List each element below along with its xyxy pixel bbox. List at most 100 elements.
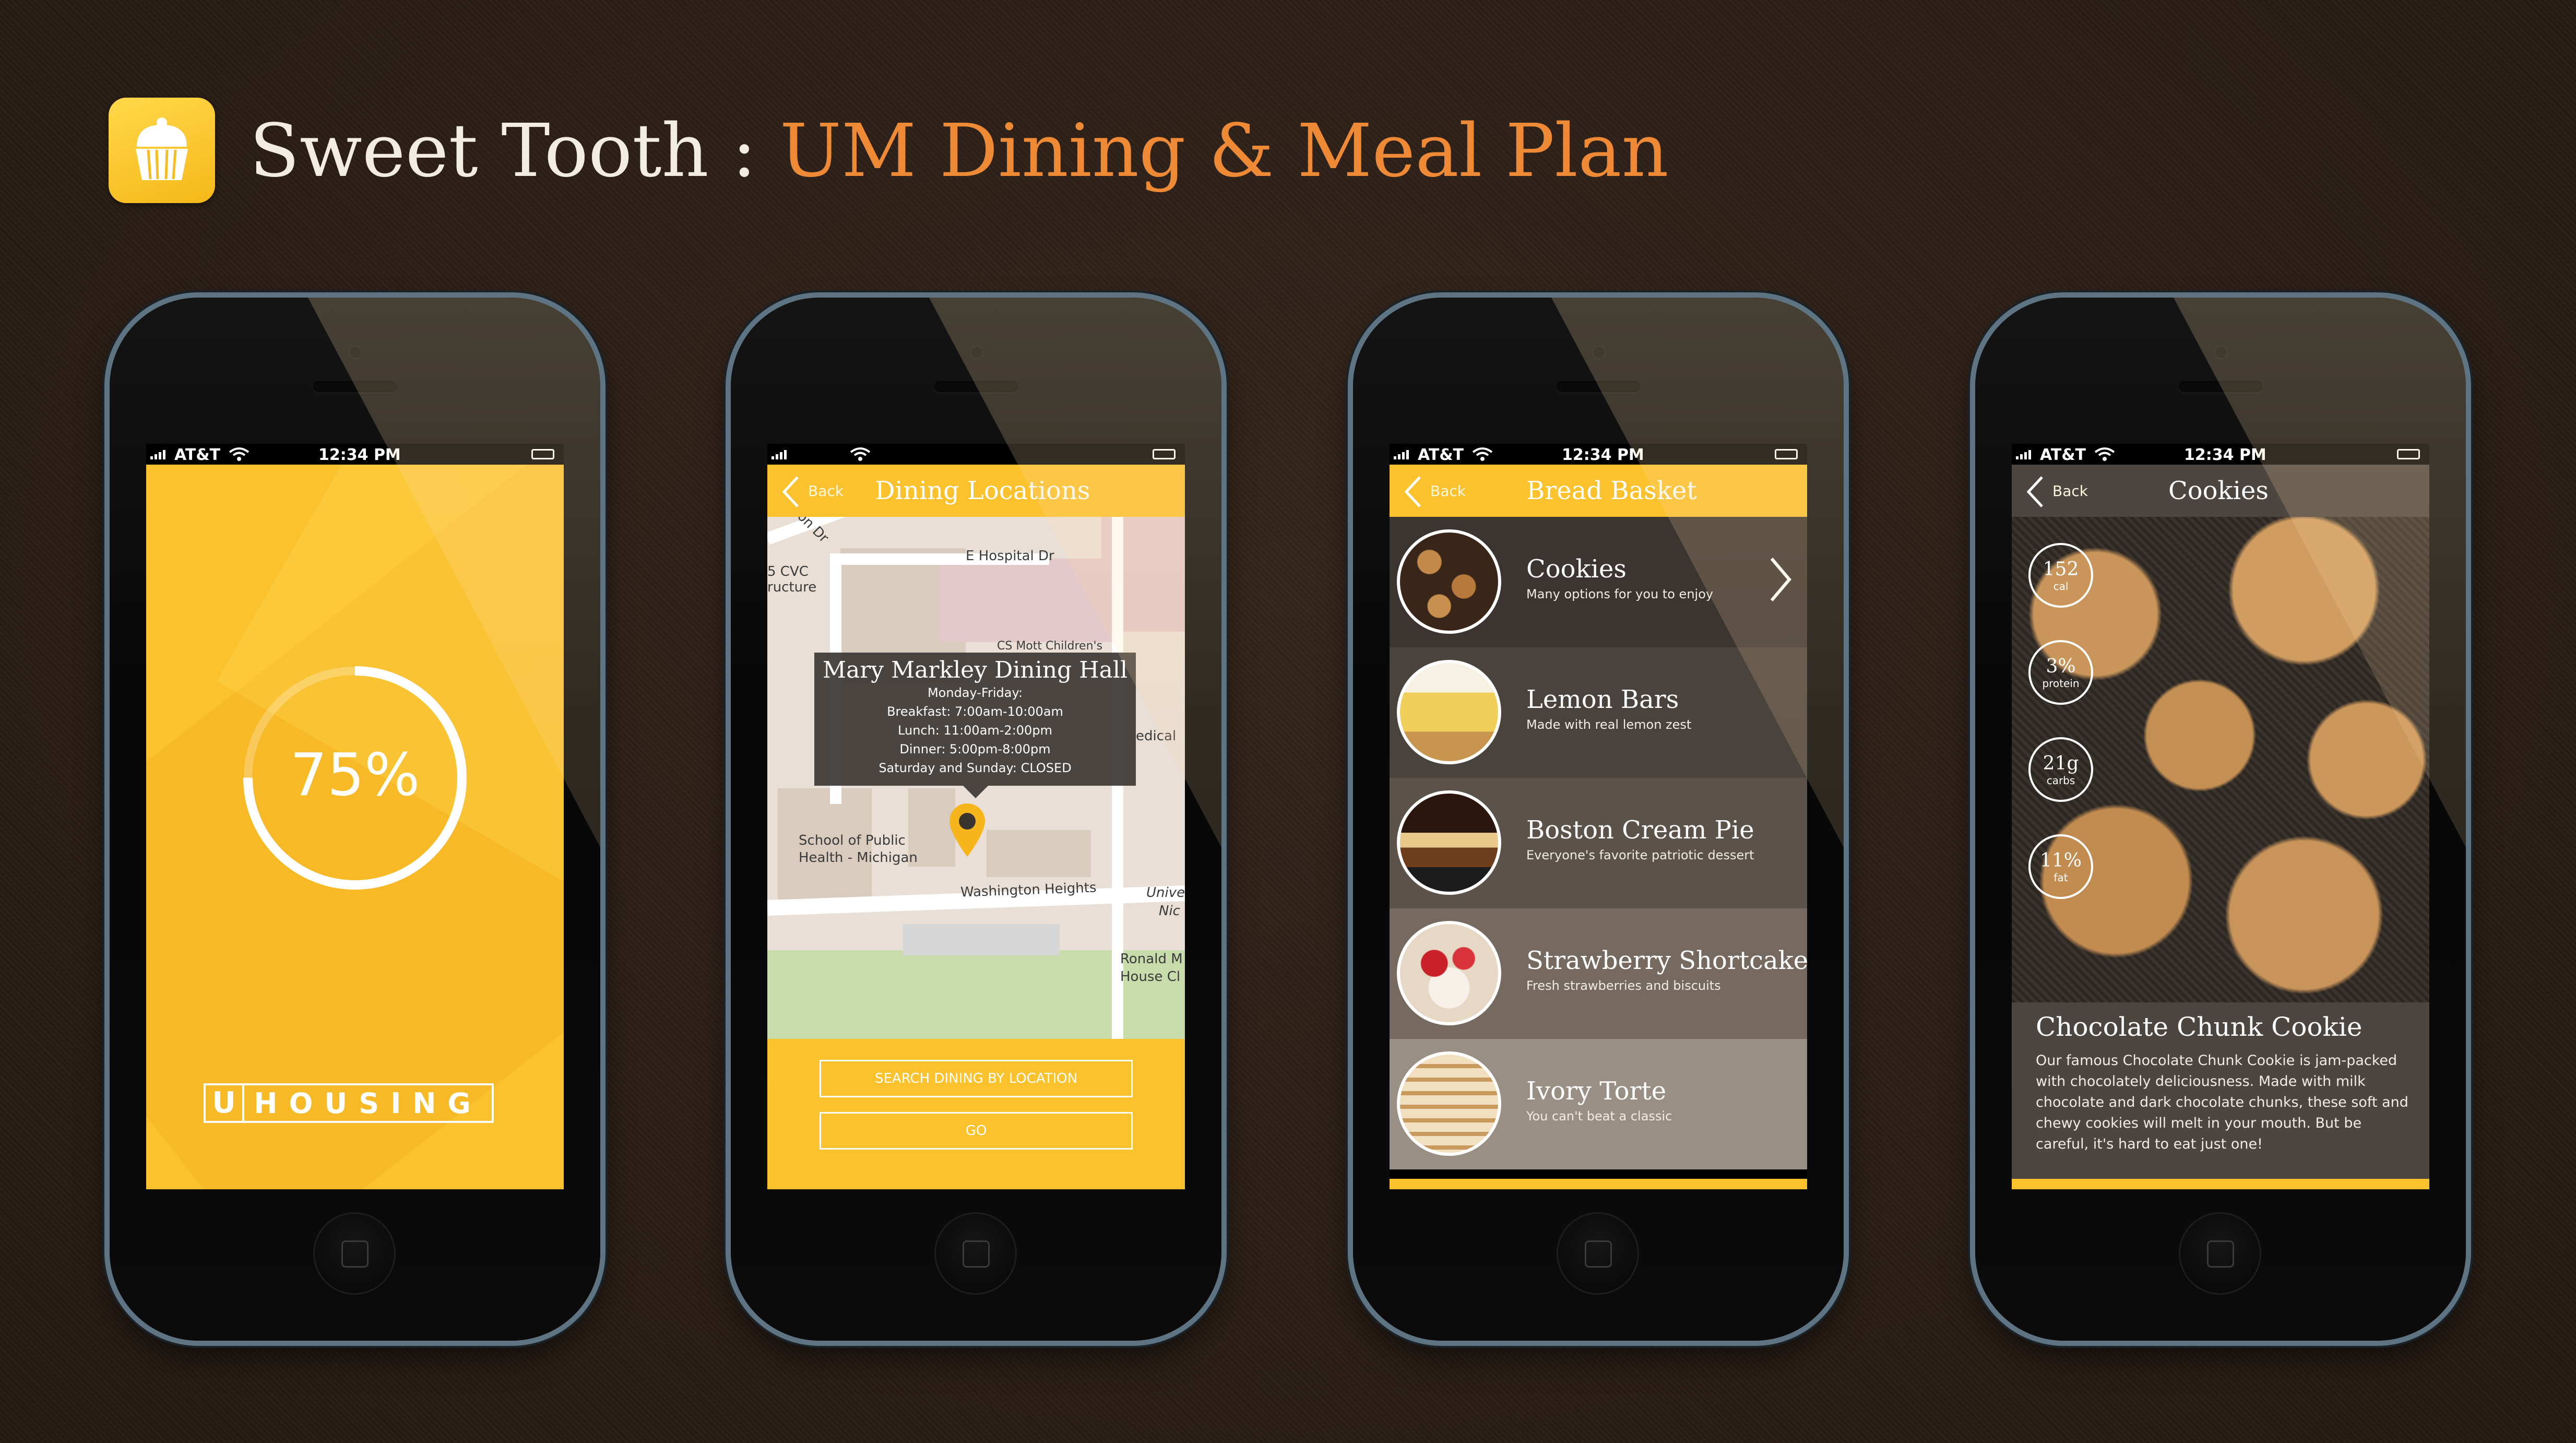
item-description: Our famous Chocolate Chunk Cookie is jam…: [2036, 1052, 2408, 1152]
signal-icon: [1394, 450, 1409, 459]
carrier-label: AT&T: [174, 446, 220, 464]
item-description: Everyone's favorite patriotic dessert: [1526, 848, 1754, 862]
home-button[interactable]: [934, 1212, 1017, 1295]
carrier-label: AT&T: [2040, 446, 2086, 464]
carrier-label: AT&T: [1418, 446, 1464, 464]
search-panel: SEARCH DINING BY LOCATION GO: [767, 1039, 1185, 1189]
nav-bar: Back Dining Locations: [767, 465, 1185, 517]
carbs-badge: 21g carbs: [2028, 737, 2093, 802]
item-title: Chocolate Chunk Cookie: [2036, 1012, 2363, 1042]
stat-value: 3%: [2046, 656, 2076, 677]
item-description-panel: Chocolate Chunk Cookie Our famous Chocol…: [2012, 1002, 2429, 1179]
map-label: E Hospital Dr: [966, 548, 1054, 564]
home-button[interactable]: [1557, 1212, 1639, 1295]
ivory-torte-thumbnail: [1397, 1051, 1501, 1156]
back-button[interactable]: Back: [808, 482, 844, 500]
boston-cream-pie-thumbnail: [1397, 790, 1501, 895]
popup-line: Dinner: 5:00pm-8:00pm: [899, 742, 1051, 756]
item-description: Made with real lemon zest: [1526, 717, 1692, 732]
list-item-cookies[interactable]: Cookies Many options for you to enjoy: [1390, 517, 1807, 647]
logo-word: HOUSING: [254, 1086, 482, 1120]
item-name: Strawberry Shortcake: [1526, 946, 1807, 975]
map-label: ructure: [767, 579, 817, 595]
status-bar: [767, 444, 1185, 465]
map-view[interactable]: E Hospital Dr 5 CVC ructure CS Mott Chil…: [767, 517, 1185, 1039]
home-button[interactable]: [313, 1212, 396, 1295]
bottom-accent-bar: [1390, 1179, 1807, 1189]
nav-bar: Back Bread Basket: [1390, 465, 1807, 517]
map-label: CS Mott Children's: [997, 640, 1103, 653]
back-chevron-icon[interactable]: [1402, 475, 1423, 508]
search-location-input[interactable]: SEARCH DINING BY LOCATION: [820, 1060, 1133, 1097]
stat-unit: protein: [2042, 677, 2080, 690]
popup-line: Lunch: 11:00am-2:00pm: [898, 723, 1052, 738]
stat-unit: fat: [2053, 871, 2068, 884]
nav-bar: Back Cookies: [2012, 465, 2429, 517]
stat-value: 152: [2043, 559, 2079, 580]
phone-frame-3: AT&T 12:34 PM Back Bread Basket Cookies …: [1353, 298, 1844, 1341]
map-label: Unive: [1146, 885, 1185, 901]
wifi-icon: [229, 447, 250, 461]
speaker-grille: [934, 381, 1018, 393]
popup-line: Monday-Friday:: [927, 685, 1023, 700]
item-name: Lemon Bars: [1526, 685, 1679, 714]
map-label: edical: [1136, 728, 1177, 744]
status-bar: AT&T 12:34 PM: [2012, 444, 2429, 465]
back-chevron-icon[interactable]: [780, 475, 801, 508]
signal-icon: [771, 450, 787, 459]
map-label: School of Public: [799, 833, 906, 848]
stat-unit: carbs: [2046, 774, 2075, 787]
page-title: Sweet Tooth : UM Dining & Meal Plan: [250, 104, 1669, 198]
calories-badge: 152 cal: [2028, 543, 2093, 608]
item-name: Boston Cream Pie: [1526, 815, 1754, 845]
back-button[interactable]: Back: [1430, 482, 1466, 500]
back-button[interactable]: Back: [2052, 482, 2088, 500]
front-camera: [349, 346, 362, 359]
list-item-lemon-bars[interactable]: Lemon Bars Made with real lemon zest: [1390, 647, 1807, 778]
battery-icon: [1153, 449, 1176, 459]
phone-frame-4: AT&T 12:34 PM Back Cookies 152 cal 3% pr…: [1975, 298, 2466, 1341]
signal-icon: [2016, 450, 2031, 459]
bottom-accent-bar: [2012, 1179, 2429, 1189]
list-item-strawberry-shortcake[interactable]: Strawberry Shortcake Fresh strawberries …: [1390, 908, 1807, 1039]
speaker-grille: [1557, 381, 1640, 393]
nav-title: Dining Locations: [875, 476, 1090, 505]
front-camera: [2214, 346, 2228, 359]
map-pin-icon[interactable]: [947, 801, 987, 859]
clock: 12:34 PM: [2184, 446, 2266, 464]
go-button[interactable]: GO: [820, 1112, 1133, 1150]
phone-frame-1: AT&T 12:34 PM 75% U HOUSING: [110, 298, 600, 1341]
map-label: Ronald M: [1120, 951, 1183, 967]
lemon-bars-thumbnail: [1397, 660, 1501, 764]
item-description: You can't beat a classic: [1526, 1109, 1672, 1123]
strawberry-shortcake-thumbnail: [1397, 921, 1501, 1025]
back-chevron-icon[interactable]: [2024, 475, 2045, 508]
clock: 12:34 PM: [1562, 446, 1644, 464]
item-description: Fresh strawberries and biscuits: [1526, 978, 1721, 993]
fat-badge: 11% fat: [2028, 834, 2093, 899]
map-label: Nic: [1159, 903, 1180, 919]
protein-badge: 3% protein: [2028, 640, 2093, 705]
list-item-ivory-torte[interactable]: Ivory Torte You can't beat a classic: [1390, 1039, 1807, 1169]
map-label: Health - Michigan: [799, 850, 918, 866]
item-name: Cookies: [1526, 554, 1627, 584]
location-popup[interactable]: Mary Markley Dining Hall Monday-Friday: …: [814, 653, 1136, 798]
logo-letter: U: [206, 1085, 244, 1121]
cookie-photo: 152 cal 3% protein 21g carbs 11% fat: [2012, 517, 2429, 1002]
u-housing-logo: U HOUSING: [204, 1083, 494, 1123]
chevron-right-icon[interactable]: [1767, 553, 1794, 606]
page-title-subtitle: UM Dining & Meal Plan: [779, 109, 1669, 194]
nav-title: Cookies: [2168, 476, 2269, 505]
home-button[interactable]: [2179, 1212, 2261, 1295]
screen-cookie-detail: AT&T 12:34 PM Back Cookies 152 cal 3% pr…: [2012, 444, 2429, 1189]
popup-line: Breakfast: 7:00am-10:00am: [887, 704, 1063, 719]
app-icon: [109, 98, 215, 203]
popup-title: Mary Markley Dining Hall: [822, 657, 1128, 683]
speaker-grille: [2179, 381, 2262, 393]
wifi-icon: [850, 447, 871, 461]
stat-value: 11%: [2039, 850, 2082, 871]
cookies-thumbnail: [1397, 529, 1501, 634]
item-description: Many options for you to enjoy: [1526, 587, 1714, 601]
page-title-app: Sweet Tooth :: [250, 109, 780, 194]
list-item-boston-cream-pie[interactable]: Boston Cream Pie Everyone's favorite pat…: [1390, 778, 1807, 908]
